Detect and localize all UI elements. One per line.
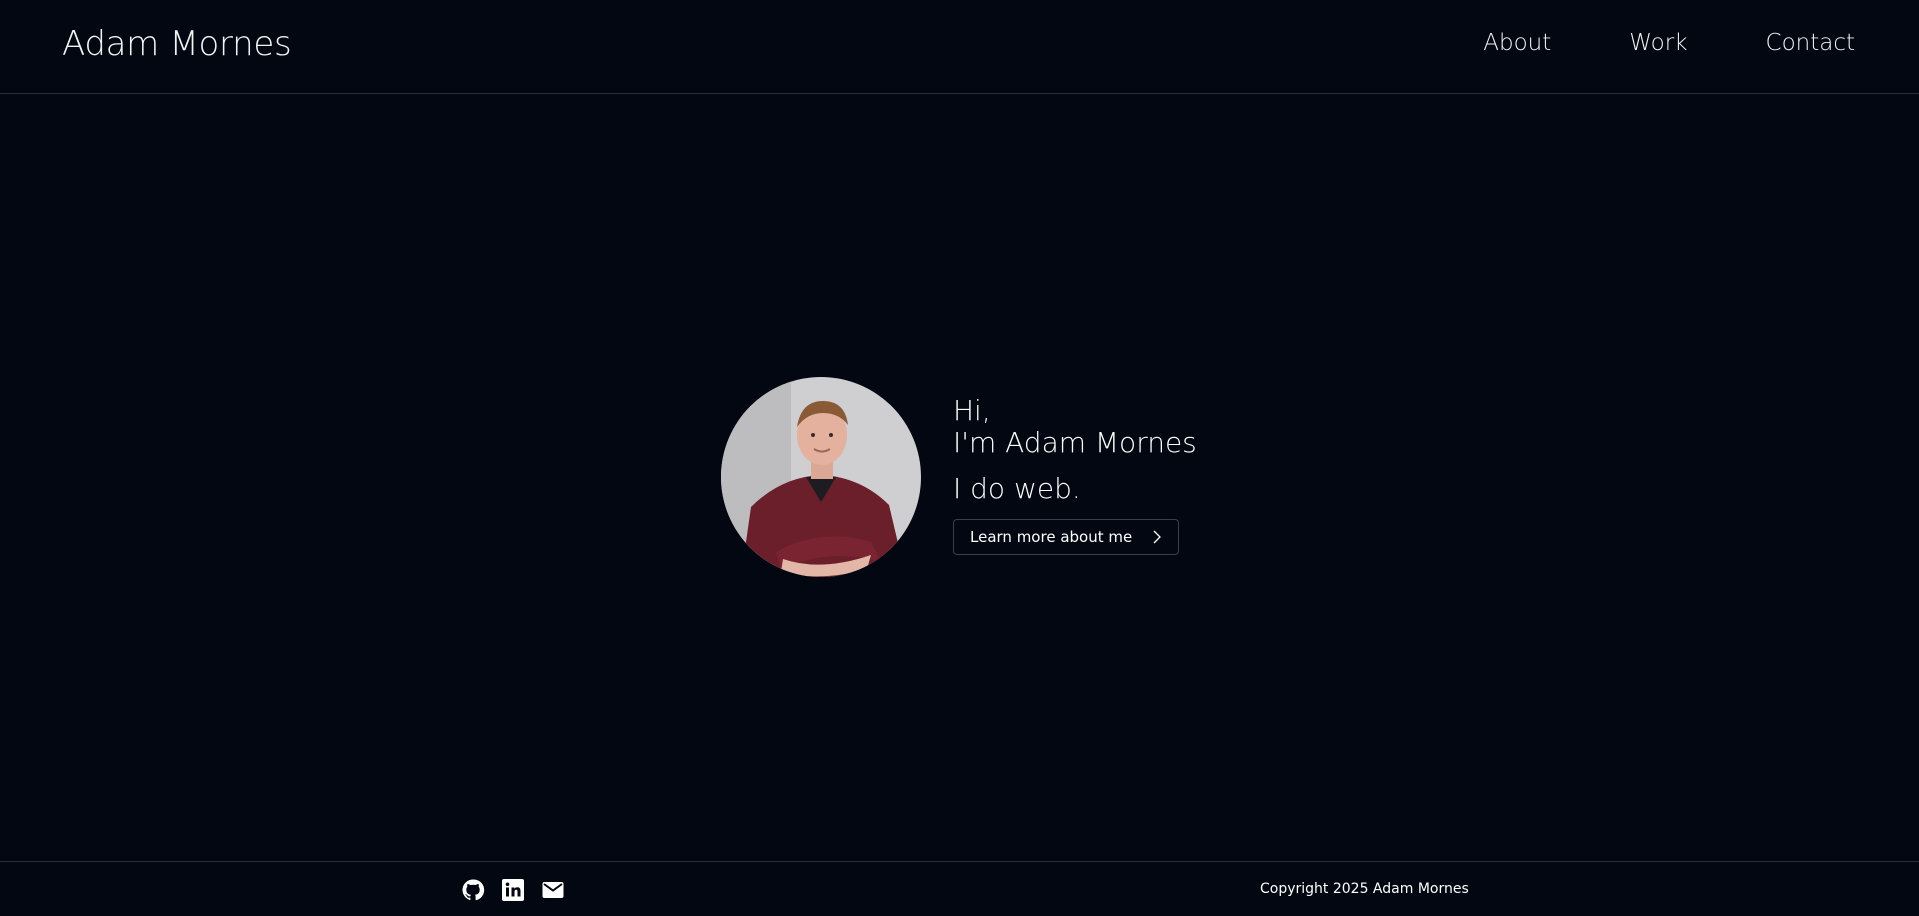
hero-greeting: Hi, xyxy=(953,393,991,427)
chevron-right-icon xyxy=(1153,530,1162,544)
mail-link[interactable] xyxy=(541,878,565,902)
social-links xyxy=(461,878,565,902)
hero-text: Hi, I'm Adam Mornes I do web. Learn more… xyxy=(953,393,1197,556)
github-icon xyxy=(462,879,485,901)
learn-more-label: Learn more about me xyxy=(970,528,1133,547)
copyright-text: Copyright 2025 Adam Mornes xyxy=(1260,881,1469,897)
portrait-photo xyxy=(721,377,921,577)
hero-tagline: I do web. xyxy=(953,472,1081,506)
mail-icon xyxy=(542,882,564,898)
site-name-link[interactable]: Adam Mornes xyxy=(62,24,292,64)
hero-name: I'm Adam Mornes xyxy=(953,425,1197,459)
learn-more-button[interactable]: Learn more about me xyxy=(953,519,1180,556)
hero-section: Hi, I'm Adam Mornes I do web. Learn more… xyxy=(721,377,1197,577)
nav-work[interactable]: Work xyxy=(1629,30,1687,56)
linkedin-icon xyxy=(502,879,524,901)
linkedin-link[interactable] xyxy=(501,878,525,902)
avatar xyxy=(721,377,921,577)
github-link[interactable] xyxy=(461,878,485,902)
nav-contact[interactable]: Contact xyxy=(1766,30,1855,56)
nav-about[interactable]: About xyxy=(1483,30,1551,56)
main-nav: About Work Contact xyxy=(1483,30,1855,56)
site-header: Adam Mornes About Work Contact xyxy=(0,0,1919,94)
site-footer: Copyright 2025 Adam Mornes xyxy=(0,861,1919,916)
